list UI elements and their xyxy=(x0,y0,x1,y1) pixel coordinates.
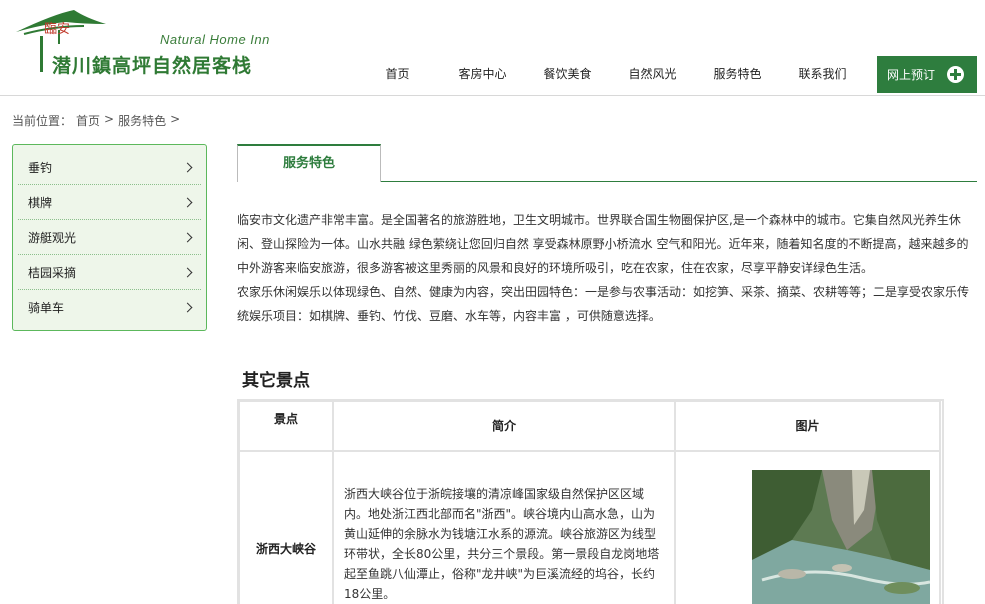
nav-item-rooms[interactable]: 客房中心 xyxy=(440,58,525,90)
attraction-photo[interactable] xyxy=(752,470,930,604)
logo-name-cn: 潜川鎮高坪自然居客栈 xyxy=(52,55,253,77)
table-header-cell: 景点 xyxy=(238,400,334,452)
breadcrumb-separator: > xyxy=(170,112,181,126)
breadcrumb-home-link[interactable]: 首页 xyxy=(76,112,100,129)
chevron-right-icon xyxy=(182,232,193,242)
attraction-description: 浙西大峡谷位于浙皖接壤的清凉峰国家级自然保护区区域内。地处浙江西北部而名"浙西"… xyxy=(332,450,676,604)
attraction-name: 浙西大峡谷 xyxy=(238,450,334,604)
sidebar-item-fishing[interactable]: 垂钓 xyxy=(18,150,201,185)
sidebar-menu: 垂钓 棋牌 游艇观光 桔园采摘 骑单车 xyxy=(12,144,207,331)
chevron-right-icon xyxy=(182,267,193,277)
sidebar-item-orange-picking[interactable]: 桔园采摘 xyxy=(18,255,201,290)
breadcrumb-prefix: 当前位置： xyxy=(12,114,73,128)
sidebar-item-label: 骑单车 xyxy=(28,301,65,315)
intro-text: 临安市文化遗产非常丰富。是全国著名的旅游胜地，卫生文明城市。世界联合国生物圈保护… xyxy=(237,208,975,328)
logo-seal: 臨安 xyxy=(44,22,71,37)
table-row: 浙西大峡谷 浙西大峡谷位于浙皖接壤的清凉峰国家级自然保护区区域内。地处浙江西北部… xyxy=(238,450,942,604)
content-tabbar: 服务特色 xyxy=(237,144,977,182)
intro-paragraph: 临安市文化遗产非常丰富。是全国著名的旅游胜地，卫生文明城市。世界联合国生物圈保护… xyxy=(237,213,969,275)
intro-paragraph: 农家乐休闲娱乐以体现绿色、自然、健康为内容，突出田园特色：一是参与农事活动：如挖… xyxy=(237,285,970,323)
sidebar-item-label: 棋牌 xyxy=(28,195,53,210)
nav-item-home[interactable]: 首页 xyxy=(355,58,440,90)
book-online-label: 网上预订 xyxy=(887,68,936,82)
tab-services[interactable]: 服务特色 xyxy=(237,144,381,182)
chevron-right-icon xyxy=(182,302,193,313)
breadcrumb-current[interactable]: 服务特色 xyxy=(118,112,166,129)
nav-item-scenery[interactable]: 自然风光 xyxy=(610,58,695,90)
sidebar-item-label: 游艇观光 xyxy=(28,230,77,245)
nav-item-services[interactable]: 服务特色 xyxy=(695,58,780,90)
sidebar-item-label: 桔园采摘 xyxy=(28,265,77,280)
nav-item-contact[interactable]: 联系我们 xyxy=(780,58,865,90)
attraction-image-cell xyxy=(674,450,941,604)
sidebar-item-cycling[interactable]: 骑单车 xyxy=(18,290,201,325)
nav-item-dining[interactable]: 餐饮美食 xyxy=(525,58,610,90)
table-header-cell: 简介 xyxy=(332,400,676,452)
section-title: 其它景点 xyxy=(242,371,310,391)
attractions-table: 景点 简介 图片 浙西大峡谷 浙西大峡谷位于浙皖接壤的清凉峰国家级自然保护区区域… xyxy=(237,399,944,604)
chevron-right-icon xyxy=(182,162,193,172)
plus-circle-icon xyxy=(947,66,964,83)
book-online-button[interactable]: 网上预订 xyxy=(877,56,977,93)
sidebar-item-chess-cards[interactable]: 棋牌 xyxy=(18,185,201,220)
main-nav: 首页 客房中心 餐饮美食 自然风光 服务特色 联系我们 xyxy=(355,58,865,90)
chevron-right-icon xyxy=(182,197,193,207)
sidebar-item-label: 垂钓 xyxy=(28,160,53,175)
table-header-row: 景点 简介 图片 xyxy=(238,400,942,452)
sidebar-item-yacht-tour[interactable]: 游艇观光 xyxy=(18,220,201,255)
logo-name-en: Natural Home Inn xyxy=(160,32,270,47)
site-header: 臨安 Natural Home Inn 潜川鎮高坪自然居客栈 首页 客房中心 餐… xyxy=(0,0,985,96)
table-header-cell: 图片 xyxy=(674,400,941,452)
site-logo[interactable]: 臨安 Natural Home Inn 潜川鎮高坪自然居客栈 xyxy=(14,8,284,80)
breadcrumb-separator: > xyxy=(104,112,115,126)
breadcrumb: 当前位置： 首页 > 服务特色 > xyxy=(12,112,180,129)
